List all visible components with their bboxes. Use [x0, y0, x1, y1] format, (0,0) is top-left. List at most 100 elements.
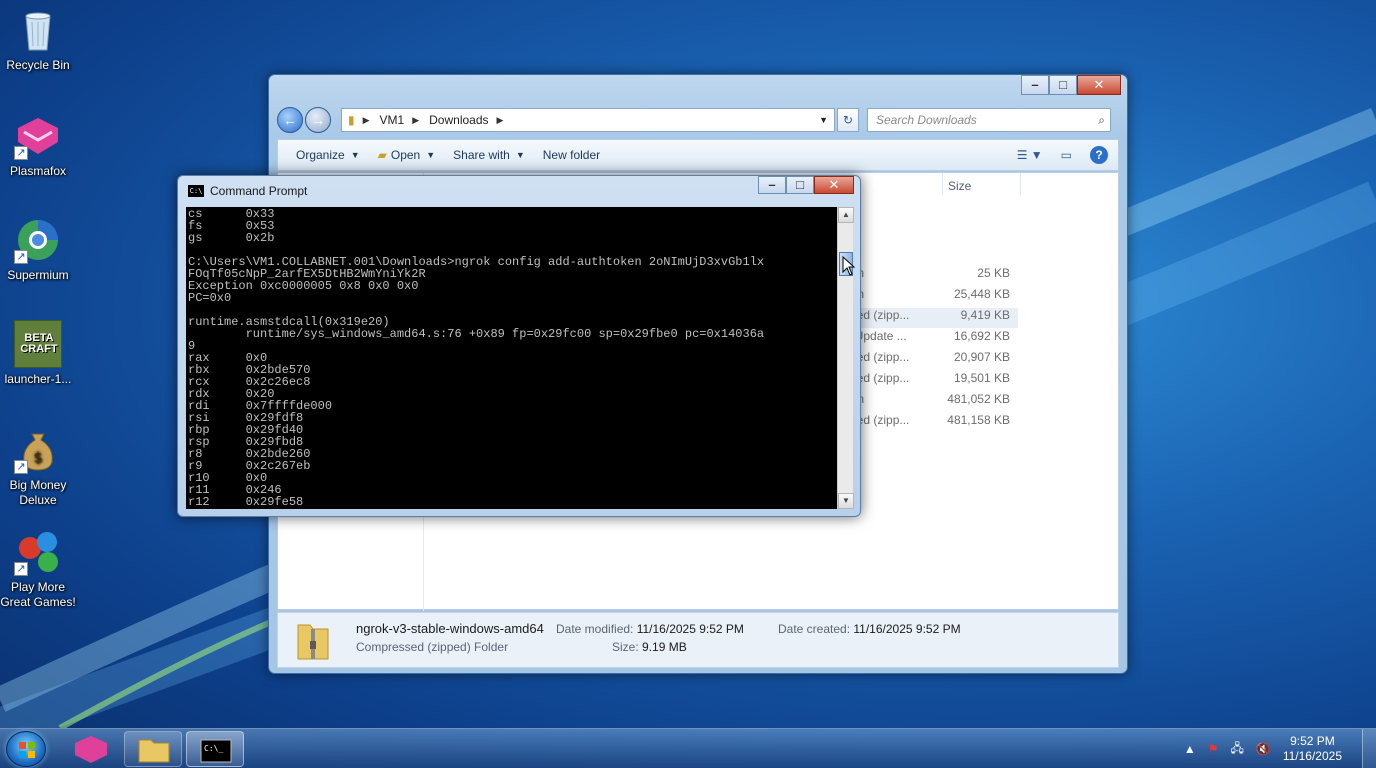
start-button[interactable] [6, 731, 46, 767]
address-bar[interactable]: ▮ ▶ VM1 ▶ Downloads ▶ ▼ [341, 108, 835, 132]
file-size: 25 KB [977, 266, 1010, 280]
desktop-icon-label: Play More Great Games! [0, 580, 76, 609]
minimize-button[interactable]: – [1021, 75, 1049, 95]
folder-icon: ▮ [348, 113, 355, 127]
folder-icon [138, 739, 170, 763]
desktop-icon-label: Plasmafox [9, 164, 67, 178]
file-row[interactable]: essed (zipp... 19,501 KB [838, 371, 1018, 391]
file-row[interactable]: essed (zipp... 20,907 KB [838, 350, 1018, 370]
file-row[interactable]: lder [838, 203, 1018, 223]
desktop-icon-supermium[interactable]: ↗ Supermium [0, 216, 76, 283]
desktop-icon-launcher[interactable]: BETA CRAFT launcher-1... [0, 320, 76, 387]
show-hidden-icons-icon[interactable]: ▲ [1184, 742, 1196, 756]
search-input[interactable]: Search Downloads ⌕ [867, 108, 1111, 132]
shortcut-arrow-icon: ↗ [14, 146, 28, 160]
command-prompt-window[interactable]: C:\ Command Prompt – □ ✕ cs 0x33 fs 0x53 g… [177, 175, 861, 517]
desktop-icon-recycle-bin[interactable]: Recycle Bin [0, 6, 76, 73]
share-with-button[interactable]: Share with ▼ [453, 148, 525, 162]
desktop-icon-plasmafox[interactable]: ↗ Plasmafox [0, 112, 76, 179]
taskbar: C:\_ ▲ ⚑ 🖧 🔇 9:52 PM 11/16/2025 [0, 728, 1376, 768]
games-icon: ↗ [14, 528, 62, 576]
navigation-bar: ← → ▮ ▶ VM1 ▶ Downloads ▶ ▼ ↻ Search Dow… [277, 105, 1119, 135]
console-line: r9 0x2c267eb [188, 459, 311, 473]
file-row[interactable]: ation25 KB [838, 266, 1018, 286]
column-divider[interactable] [1020, 173, 1021, 195]
file-size [930, 203, 1010, 223]
file-row[interactable]: essed (zipp... 9,419 KB [838, 308, 1018, 328]
new-folder-label: New folder [542, 148, 601, 162]
open-button[interactable]: ▰ Open ▼ [378, 148, 436, 162]
maximize-button[interactable]: □ [1049, 75, 1077, 95]
date-modified: Date modified: 11/16/2025 9:52 PM [556, 622, 744, 636]
column-header-size[interactable]: Size [948, 179, 971, 193]
vertical-scrollbar[interactable]: ▲ ▼ [837, 207, 854, 509]
betacraft-icon: BETA CRAFT [14, 320, 62, 368]
file-size: 19,501 KB [953, 371, 1010, 385]
console-line: rcx 0x2c26ec8 [188, 375, 311, 389]
chevron-right-icon: ▶ [496, 114, 504, 125]
chevron-down-icon[interactable]: ▼ [819, 115, 828, 125]
date-modified-value: 11/16/2025 9:52 PM [636, 622, 744, 636]
column-divider[interactable] [942, 173, 943, 195]
file-row[interactable]: essed (zipp... 481,158 KB [838, 413, 1018, 433]
clock-date: 11/16/2025 [1282, 749, 1342, 763]
back-button[interactable]: ← [277, 107, 303, 133]
file-row[interactable]: ation481,052 KB [838, 392, 1018, 412]
window-title: C:\ Command Prompt [188, 184, 307, 198]
console-line: cs 0x33 [188, 207, 275, 221]
desktop-icon-play-more[interactable]: ↗ Play More Great Games! [0, 528, 76, 610]
breadcrumb-segment[interactable]: VM1 [380, 113, 405, 127]
file-row[interactable]: ation25,448 KB [838, 287, 1018, 307]
console-line: fs 0x53 [188, 219, 275, 233]
desktop-icon-big-money[interactable]: $ ↗ Big Money Deluxe [0, 426, 76, 508]
zip-folder-icon [296, 619, 330, 661]
console-line: runtime/sys_windows_amd64.s:76 +0x89 fp=… [188, 327, 765, 341]
taskbar-explorer[interactable] [124, 731, 182, 767]
taskbar-plasmafox[interactable] [62, 731, 120, 767]
scroll-up-button[interactable]: ▲ [838, 207, 854, 223]
clock[interactable]: 9:52 PM 11/16/2025 [1283, 734, 1342, 764]
size-value: 9.19 MB [642, 640, 687, 654]
volume-muted-icon[interactable]: 🔇 [1256, 742, 1271, 756]
action-center-flag-icon[interactable]: ⚑ [1208, 742, 1219, 756]
network-icon[interactable]: 🖧 [1230, 739, 1243, 760]
minimize-button[interactable]: – [758, 176, 786, 194]
refresh-button[interactable]: ↻ [837, 108, 859, 132]
svg-text:$: $ [34, 450, 43, 466]
maximize-button[interactable]: □ [786, 176, 814, 194]
file-row[interactable]: oft Update ... 16,692 KB [838, 329, 1018, 349]
organize-button[interactable]: Organize ▼ [296, 148, 360, 162]
selected-file-type: Compressed (zipped) Folder [356, 640, 509, 654]
cmd-icon: C:\_ [200, 739, 232, 763]
file-row[interactable]: lder [838, 245, 1018, 265]
size-label: Size: [612, 640, 639, 654]
close-button[interactable]: ✕ [1077, 75, 1121, 95]
taskbar-command-prompt[interactable]: C:\_ [186, 731, 244, 767]
cmd-icon: C:\ [188, 185, 204, 197]
supermium-icon: ↗ [14, 216, 62, 264]
console-line: gs 0x2b [188, 231, 275, 245]
new-folder-button[interactable]: New folder [543, 148, 600, 162]
desktop-icon-label: launcher-1... [4, 372, 72, 386]
scroll-down-button[interactable]: ▼ [838, 493, 854, 509]
breadcrumb-segment[interactable]: Downloads [429, 113, 488, 127]
desktop-icon-label: Big Money Deluxe [9, 478, 67, 507]
file-size: 481,158 KB [947, 413, 1010, 427]
close-button[interactable]: ✕ [814, 176, 854, 194]
search-placeholder: Search Downloads [876, 113, 977, 127]
console-output[interactable]: cs 0x33 fs 0x53 gs 0x2b C:\Users\VM1.COLLAB… [186, 207, 837, 509]
details-pane: ngrok-v3-stable-windows-amd64 Compressed… [277, 612, 1119, 668]
explorer-window-controls: – □ ✕ [1021, 75, 1121, 95]
forward-button[interactable]: → [305, 107, 331, 133]
file-row[interactable]: lder [838, 224, 1018, 244]
show-desktop-button[interactable] [1362, 729, 1376, 768]
clock-time: 9:52 PM [1290, 734, 1335, 748]
help-icon[interactable]: ? [1090, 146, 1108, 164]
search-icon: ⌕ [1098, 112, 1105, 127]
chevron-right-icon: ▶ [362, 114, 370, 125]
desktop-icon-label: Recycle Bin [6, 58, 70, 72]
views-icon[interactable]: ☰ ▼ [1017, 148, 1043, 162]
chevron-down-icon: ▼ [515, 150, 525, 160]
preview-pane-icon[interactable]: ▭ [1061, 148, 1072, 162]
svg-text:C:\_: C:\_ [204, 744, 223, 753]
